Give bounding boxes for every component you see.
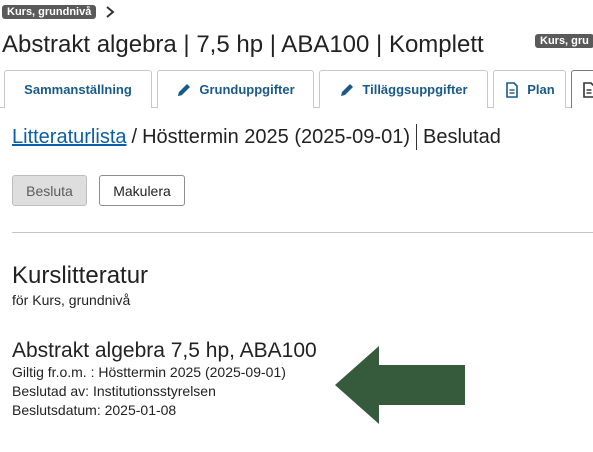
tab-label: Tilläggsuppgifter	[362, 82, 468, 97]
page-title: Abstrakt algebra | 7,5 hp | ABA100 | Kom…	[2, 31, 484, 58]
pencil-icon	[178, 83, 191, 96]
tab-label: Plan	[527, 82, 555, 97]
decided-by: Beslutad av: Institutionsstyrelsen	[12, 383, 216, 399]
tab-plan[interactable]: Plan	[493, 70, 566, 108]
header-divider	[415, 124, 417, 150]
document-icon	[583, 81, 593, 98]
document-icon	[506, 81, 519, 98]
cancel-button[interactable]: Makulera	[99, 175, 185, 206]
page: Kurs, grundnivå Abstrakt algebra | 7,5 h…	[0, 0, 593, 452]
course-level-badge[interactable]: Kurs, grundnivå	[2, 5, 97, 19]
title-course-level-badge: Kurs, gru	[535, 34, 593, 48]
course-name: Abstrakt algebra 7,5 hp, ABA100	[12, 339, 317, 362]
literature-list-link[interactable]: Litteraturlista	[12, 126, 127, 149]
literature-header: Litteraturlista / Hösttermin 2025 (2025-…	[12, 124, 501, 150]
tab-label: Grunduppgifter	[199, 82, 295, 97]
breadcrumb: Kurs, grundnivå	[2, 3, 116, 21]
tab-tillaggsuppgifter[interactable]: Tilläggsuppgifter	[319, 70, 488, 108]
pencil-icon	[341, 83, 354, 96]
left-arrow-icon	[335, 346, 465, 424]
tab-label: Sammanställning	[24, 82, 132, 97]
header-separator: /	[131, 125, 138, 148]
tab-grunduppgifter[interactable]: Grunduppgifter	[157, 70, 314, 108]
valid-from: Giltig fr.o.m. : Hösttermin 2025 (2025-0…	[12, 364, 286, 380]
section-title: Kurslitteratur	[12, 262, 149, 289]
tab-literature[interactable]	[571, 70, 593, 108]
section-divider	[12, 232, 593, 233]
chevron-right-icon	[106, 6, 115, 18]
tab-sammanstallning[interactable]: Sammanställning	[4, 70, 152, 108]
section-subtitle: för Kurs, grundnivå	[12, 292, 131, 308]
decide-button[interactable]: Besluta	[12, 175, 87, 206]
decision-date: Beslutsdatum: 2025-01-08	[12, 402, 177, 418]
status-label: Beslutad	[422, 125, 501, 148]
term-label: Hösttermin 2025 (2025-09-01)	[142, 125, 410, 148]
tab-bar: Sammanställning Grunduppgifter Tilläggsu…	[0, 70, 593, 108]
